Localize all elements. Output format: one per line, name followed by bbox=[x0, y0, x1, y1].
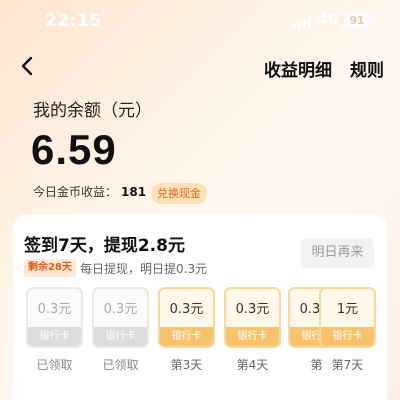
reward-tile: 0.3元 银行卡 bbox=[158, 287, 215, 348]
status-bar: 22:15 4G 91 bbox=[0, 0, 400, 40]
exchange-cash-button[interactable]: 兑换现金 bbox=[151, 183, 207, 204]
rules-link[interactable]: 规则 bbox=[350, 56, 384, 81]
day-label: 第3天 bbox=[170, 358, 203, 372]
reward-tile: 0.3元 银行卡 bbox=[224, 287, 281, 348]
network-type: 4G bbox=[318, 12, 340, 28]
status-time: 22:15 bbox=[45, 11, 102, 31]
reward-amount: 0.3元 bbox=[37, 302, 72, 317]
checkin-title: 签到7天，提现2.8元 bbox=[24, 236, 185, 256]
today-earnings-label: 今日金币收益： bbox=[33, 185, 118, 199]
checkin-day[interactable]: 0.3元 银行卡 第3天 bbox=[158, 287, 215, 373]
reward-card-type: 银行卡 bbox=[94, 327, 147, 346]
reward-amount: 0.3元 bbox=[103, 302, 138, 317]
balance-value: 6.59 bbox=[31, 126, 117, 173]
reward-amount: 1元 bbox=[336, 302, 359, 317]
reward-amount: 0.3元 bbox=[169, 302, 204, 317]
balance-label: 我的余额（元） bbox=[33, 101, 152, 121]
battery-icon: 91 bbox=[344, 13, 373, 28]
reward-tile: 0.3元 银行卡 bbox=[92, 287, 149, 348]
checkin-day[interactable]: 0.3元 银行卡 已领取 bbox=[92, 287, 149, 373]
day-label: 已领取 bbox=[36, 358, 73, 372]
reward-card-type: 银行卡 bbox=[160, 327, 213, 346]
earnings-detail-link[interactable]: 收益明细 bbox=[264, 56, 332, 81]
reward-card-type: 银行卡 bbox=[28, 327, 81, 346]
checkin-note: 每日提现，明日提0.3元 bbox=[80, 262, 208, 276]
checkin-days: 0.3元 银行卡 已领取 0.3元 银行卡 已领取 0.3元 银行卡 第3天 0… bbox=[23, 287, 387, 397]
day-label: 第4天 bbox=[236, 358, 269, 372]
reward-tile: 0.3元 银行卡 bbox=[26, 287, 83, 348]
come-back-tomorrow-button[interactable]: 明日再来 bbox=[301, 238, 374, 268]
reward-card-type: 银行卡 bbox=[226, 327, 279, 346]
reward-amount: 0.3元 bbox=[235, 302, 270, 317]
reward-tile: 1元 银行卡 bbox=[319, 287, 376, 348]
day-label: 第7天 bbox=[331, 358, 364, 372]
checkin-day[interactable]: 0.3元 银行卡 第4天 bbox=[224, 287, 281, 373]
checkin-day[interactable]: 0.3元 银行卡 已领取 bbox=[26, 287, 83, 373]
signal-icon bbox=[293, 16, 313, 28]
today-earnings: 今日金币收益： 181 bbox=[33, 183, 146, 200]
chevron-left-icon bbox=[21, 56, 33, 76]
checkin-card: 签到7天，提现2.8元 剩余28天 每日提现，明日提0.3元 明日再来 0.3元… bbox=[13, 214, 387, 400]
reward-card-type: 银行卡 bbox=[321, 327, 374, 346]
checkin-day[interactable]: 1元 银行卡 第7天 bbox=[319, 287, 376, 373]
remaining-days-badge: 剩余28天 bbox=[24, 259, 76, 277]
today-earnings-value: 181 bbox=[121, 184, 147, 199]
back-button[interactable] bbox=[14, 52, 42, 80]
day-label: 已领取 bbox=[102, 358, 139, 372]
